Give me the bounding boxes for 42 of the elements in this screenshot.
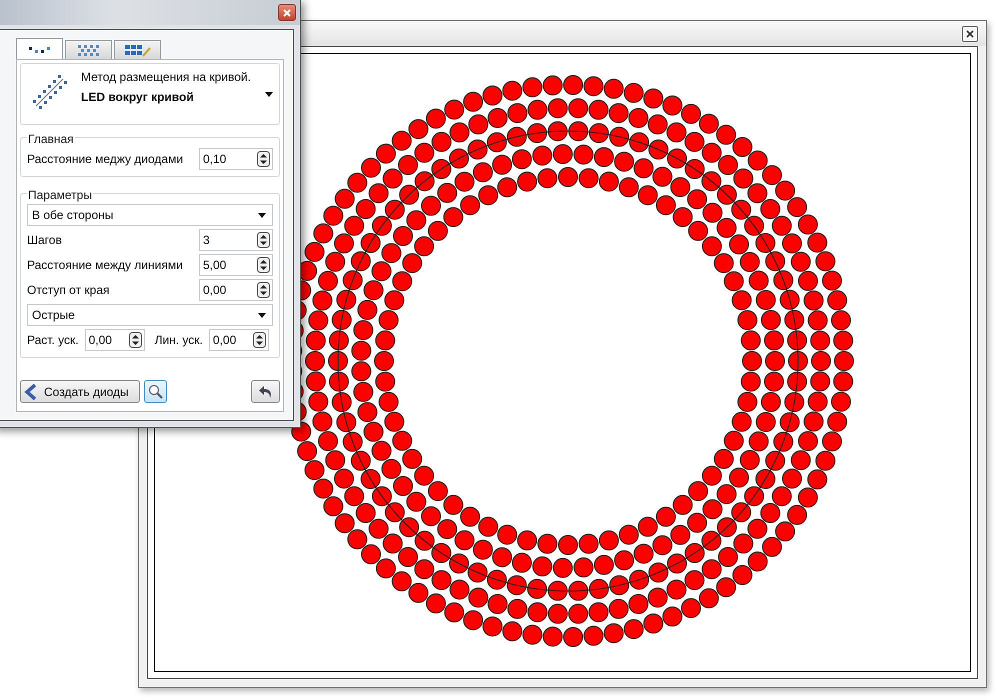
close-icon xyxy=(965,28,975,38)
dropdown[interactable]: Острые xyxy=(27,304,273,326)
spin-arrows-icon xyxy=(257,257,270,273)
field-label: Шагов xyxy=(27,232,62,249)
field-label: Расстояние меджу диодами xyxy=(27,151,184,168)
method-caption: Метод размещения на кривой. xyxy=(81,69,252,86)
caret-icon xyxy=(258,312,266,318)
method-value: LED вокруг кривой xyxy=(81,89,195,106)
undo-arrow-icon xyxy=(258,384,273,398)
spin-arrows-icon xyxy=(252,332,266,348)
caret-icon xyxy=(258,212,266,218)
create-button[interactable]: Создать диоды xyxy=(20,380,140,403)
spin-field[interactable]: 0,10 xyxy=(199,148,273,170)
spin-arrows-icon xyxy=(257,151,270,167)
spin-field[interactable]: 3 xyxy=(199,229,273,251)
spin-arrows-icon xyxy=(128,332,142,348)
field-label: Отступ от края xyxy=(27,282,110,299)
search-icon xyxy=(148,384,163,399)
field-label: Лин. уск. xyxy=(154,332,203,349)
caret-icon xyxy=(265,92,273,96)
field-label: Раст. уск. xyxy=(27,332,79,349)
tab[interactable] xyxy=(114,40,161,59)
spin-arrows-icon xyxy=(257,282,270,298)
tab[interactable] xyxy=(16,38,63,59)
chevron-left-icon xyxy=(24,384,38,400)
spin-field[interactable]: 0,00 xyxy=(208,329,269,351)
spin-field[interactable]: 5,00 xyxy=(199,254,273,276)
grid-pencil-icon xyxy=(124,44,152,56)
spin-field[interactable]: 0,00 xyxy=(84,329,145,351)
tab[interactable] xyxy=(65,40,112,59)
spin-field[interactable]: 0,00 xyxy=(199,279,273,301)
search-button[interactable] xyxy=(144,380,167,403)
undo-button[interactable] xyxy=(251,380,280,403)
close-button[interactable] xyxy=(962,26,978,42)
field-label: Расстояние между линиями xyxy=(27,257,183,274)
spin-arrows-icon xyxy=(257,232,270,248)
dots-icon xyxy=(28,44,52,54)
close-button[interactable] xyxy=(278,4,296,21)
grid-dots-icon xyxy=(76,44,100,56)
method-selector[interactable]: Метод размещения на кривой. LED вокруг кривой xyxy=(20,63,280,125)
close-icon xyxy=(282,8,292,18)
dropdown[interactable]: В обе стороны xyxy=(27,204,273,226)
